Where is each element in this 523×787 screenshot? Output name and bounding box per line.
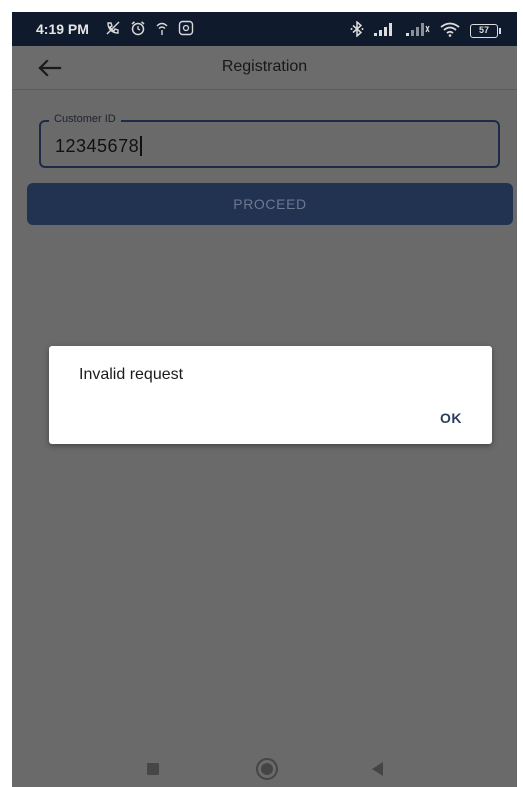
- proceed-button[interactable]: PROCEED: [27, 183, 513, 225]
- dialog-message: Invalid request: [79, 366, 184, 383]
- recents-icon[interactable]: [147, 763, 159, 775]
- signal-icon: [374, 22, 396, 39]
- battery-tip: [499, 27, 501, 34]
- battery-level: 57: [470, 23, 498, 38]
- status-time: 4:19 PM: [36, 21, 89, 37]
- page-title: Registration: [221, 58, 308, 75]
- alert-dialog: Invalid request OK: [49, 346, 492, 444]
- text-cursor: [140, 136, 143, 156]
- home-icon[interactable]: [256, 758, 278, 780]
- alarm-icon: [130, 20, 146, 40]
- app-bar: Registration: [12, 46, 517, 90]
- status-bar: 4:19 PM 57: [12, 12, 517, 46]
- bluetooth-icon: [350, 20, 364, 40]
- system-nav-bar: [12, 750, 517, 787]
- phone-screen: 4:19 PM 57 Registration Customer ID 1234…: [12, 12, 517, 787]
- screenshot-border-left: [0, 0, 12, 787]
- customer-id-input[interactable]: 12345678: [55, 136, 143, 157]
- wifi-calling-icon: [155, 20, 169, 40]
- back-icon[interactable]: [372, 762, 383, 776]
- no-call-icon: [105, 20, 121, 40]
- battery-icon: 57: [470, 23, 501, 38]
- app-notification-icon: [178, 20, 194, 40]
- customer-id-label: Customer ID: [49, 113, 121, 125]
- status-left-icons: [105, 20, 194, 40]
- signal-weak-icon: [406, 22, 430, 39]
- customer-id-value: 12345678: [55, 136, 140, 156]
- wifi-icon: [440, 22, 460, 40]
- dialog-ok-button[interactable]: OK: [440, 410, 462, 426]
- screenshot-border-top: [0, 0, 523, 12]
- screenshot-border-right: [517, 0, 523, 787]
- customer-id-field[interactable]: Customer ID 12345678: [39, 113, 500, 168]
- status-right-icons: 57: [350, 20, 501, 40]
